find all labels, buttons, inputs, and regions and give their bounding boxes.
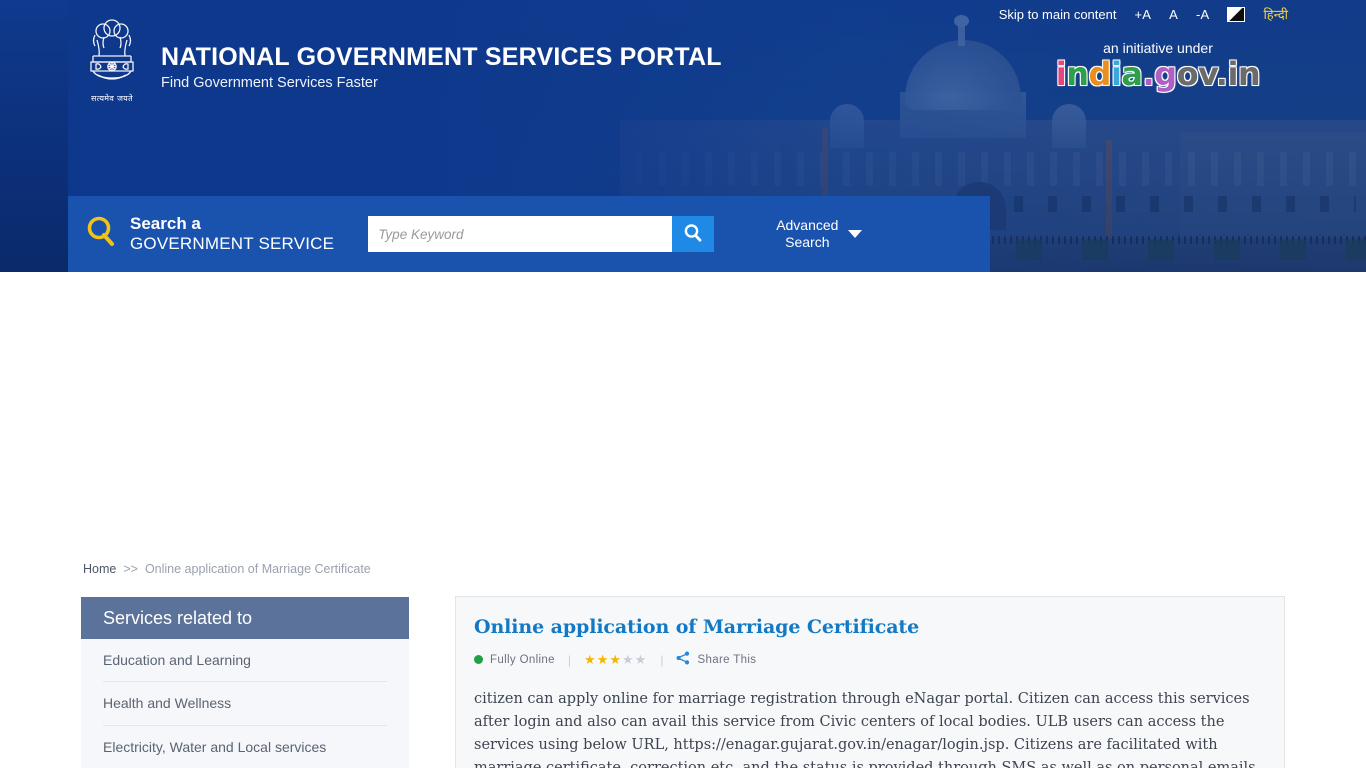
breadcrumb-home-link[interactable]: Home	[83, 562, 116, 576]
site-tagline: Find Government Services Faster	[161, 75, 378, 92]
breadcrumb-separator: >>	[123, 562, 138, 576]
service-description: citizen can apply online for marriage re…	[474, 691, 1261, 768]
share-this-label: Share This	[697, 653, 757, 666]
status-badge: Fully Online	[490, 653, 555, 666]
service-detail-card: Online application of Marriage Certifica…	[455, 596, 1285, 768]
chevron-down-icon	[848, 230, 863, 238]
national-emblem: सत्यमेव जयते	[78, 18, 146, 110]
ashoka-lion-capital-icon	[90, 19, 134, 80]
search-label: Search a GOVERNMENT SERVICE	[130, 214, 334, 254]
site-header: Skip to main content +A A -A हिन्दी सत्य…	[0, 0, 1366, 272]
header-left-edge	[0, 0, 68, 272]
emblem-caption: सत्यमेव जयते	[91, 94, 133, 103]
share-this-button[interactable]: Share This	[676, 651, 756, 668]
sidebar-category-list: Education and Learning Health and Wellne…	[81, 639, 409, 768]
language-hindi-link[interactable]: हिन्दी	[1263, 8, 1288, 21]
breadcrumb: Home >> Online application of Marriage Cer…	[83, 562, 371, 576]
sidebar-heading: Services related to	[81, 597, 409, 639]
main-content: Online application of Marriage Certifica…	[455, 596, 1285, 768]
meta-divider-1: |	[567, 652, 572, 667]
service-meta-row: Fully Online | ★★★★★ | Share This	[474, 651, 1266, 668]
search-bar: Search a GOVERNMENT SERVICE Advanced Sea…	[68, 196, 990, 272]
status-dot-icon	[474, 655, 483, 664]
related-services-sidebar: Services related to Education and Learni…	[81, 597, 409, 768]
search-a-service-icon	[85, 215, 118, 253]
search-icon	[683, 223, 703, 246]
site-title: NATIONAL GOVERNMENT SERVICES PORTAL	[161, 43, 722, 71]
search-field-group	[368, 216, 715, 252]
breadcrumb-current: Online application of Marriage Certifica…	[144, 562, 371, 576]
search-input[interactable]	[368, 216, 673, 252]
advanced-search-line2: Search	[785, 234, 830, 250]
service-title[interactable]: Online application of Marriage Certifica…	[474, 616, 1266, 638]
skip-to-main-content-link[interactable]: Skip to main content	[999, 8, 1117, 21]
service-rating-stars: ★★★★★	[584, 652, 648, 667]
font-decrease-button[interactable]: -A	[1196, 8, 1209, 21]
brand-block: NATIONAL GOVERNMENT SERVICES PORTAL Find…	[161, 43, 722, 92]
sidebar-item-health-and-wellness[interactable]: Health and Wellness	[103, 682, 387, 726]
meta-divider-2: |	[660, 652, 664, 667]
contrast-toggle-icon[interactable]	[1227, 6, 1246, 22]
font-normal-button[interactable]: A	[1169, 8, 1178, 21]
share-icon	[676, 651, 690, 668]
search-label-line2: GOVERNMENT SERVICE	[130, 234, 335, 253]
advanced-search-toggle[interactable]: Advanced Search	[776, 216, 863, 252]
search-submit-button[interactable]	[672, 216, 715, 252]
india-gov-in-logo[interactable]: india.gov.in	[1028, 58, 1288, 90]
search-label-line1: Search a	[130, 213, 201, 233]
initiative-label: an initiative under	[1103, 40, 1213, 56]
advanced-search-line1: Advanced	[776, 216, 839, 233]
font-increase-button[interactable]: +A	[1134, 8, 1151, 21]
sidebar-item-education-and-learning[interactable]: Education and Learning	[103, 639, 387, 683]
utility-bar: Skip to main content +A A -A हिन्दी	[999, 0, 1366, 28]
initiative-block: an initiative under india.gov.in	[1028, 40, 1288, 90]
sidebar-item-electricity-water-and-local-services[interactable]: Electricity, Water and Local services	[103, 726, 387, 768]
